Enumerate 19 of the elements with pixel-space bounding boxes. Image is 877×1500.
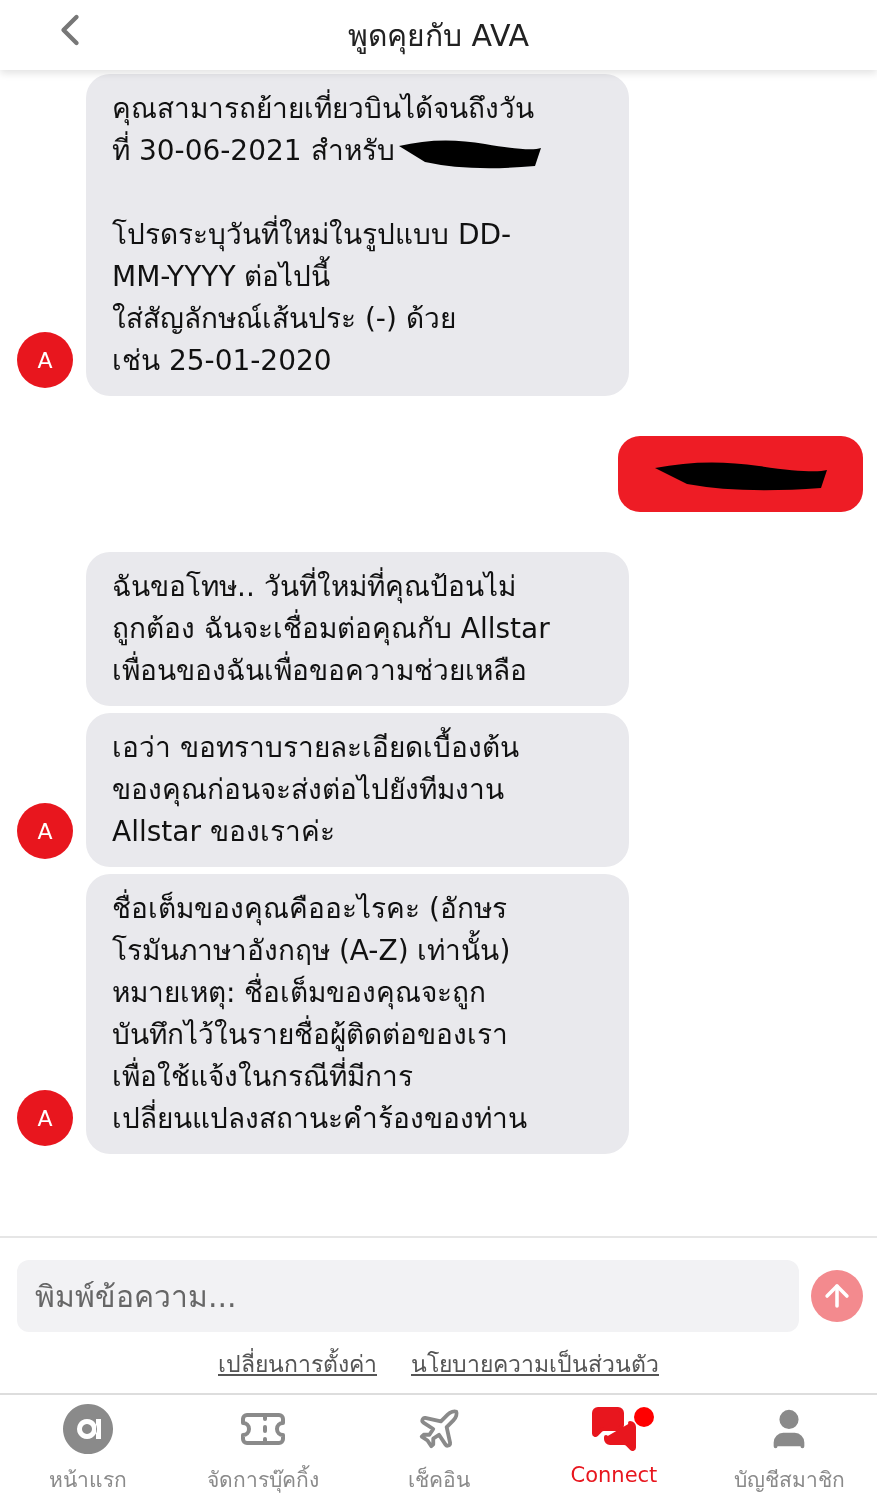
tab-item[interactable]: เช็คอิน xyxy=(350,1395,527,1500)
home-icon xyxy=(62,1404,113,1454)
message-text: ชื่อเต็มของคุณคืออะไรคะ (อักษร โรมันภาษาอังกฤษ (A-Z) เท่านั้น) หมายเหตุ: ชื่อเต็มของคุณจะถูก บันทึกไว้ในรายชื่อผู้ติดต่อของเรา เพื่อใช้แจ้งในกรณีที่มีการ เปลี่ยนแปลงสถานะคำร้องของท่าน xyxy=(112,888,609,1140)
chat-title: พูดคุยกับ AVA xyxy=(347,16,530,57)
tab-item[interactable]: หน้าแรก xyxy=(0,1395,176,1500)
send-button[interactable] xyxy=(811,1270,863,1322)
tab-item[interactable]: Connect xyxy=(526,1395,702,1500)
message-text: ฉันขอโทษ.. วันที่ใหม่ที่คุณป้อนไม่ ถูกต้อง ฉันจะเชื่อมต่อคุณกับ Allstar เพื่อนของฉันเพื่อขอความช่วยเหลือ xyxy=(112,566,609,692)
bot-avatar: A xyxy=(17,1090,73,1146)
message-text: คุณสามารถย้ายเที่ยวบินได้จนถึงวัน ที่ 30-06-2021 สำหรับ โปรดระบุวันที่ใหม่ในรูปแบบ DD- MM-YYYY ต่อไปนี้ ใส่สัญลักษณ์เส้นประ (-) ด้วย เช่น 25-01-2020 xyxy=(112,88,609,382)
bot-avatar: A xyxy=(17,332,73,388)
message-text: เอว่า ขอทราบรายละเอียดเบื้องต้น ของคุณก่อนจะส่งต่อไปยังทีมงาน Allstar ของเราค่ะ xyxy=(112,727,609,853)
footer-link[interactable]: เปลี่ยนการตั้งค่า xyxy=(218,1346,377,1382)
footer-link[interactable]: นโยบายความเป็นส่วนตัว xyxy=(411,1346,659,1382)
tab-item[interactable]: จัดการบุ๊คกิ้ง xyxy=(175,1395,351,1500)
chat-icon xyxy=(589,1405,638,1453)
tab-item[interactable]: บัญชีสมาชิก xyxy=(701,1395,877,1500)
bot-avatar: A xyxy=(17,803,73,859)
message-input[interactable]: พิมพ์ข้อความ... xyxy=(17,1260,799,1332)
